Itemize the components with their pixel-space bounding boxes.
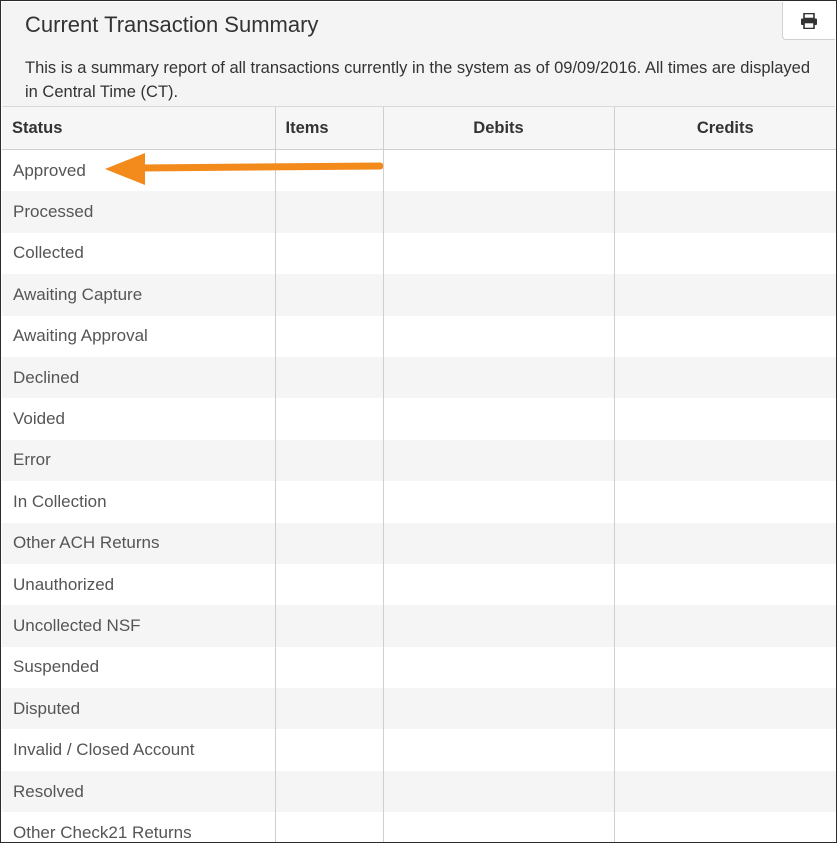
table-row: Other Check21 Returns <box>2 812 836 842</box>
items-cell <box>274 729 383 771</box>
status-cell: Invalid / Closed Account <box>13 740 195 760</box>
items-cell <box>274 522 383 564</box>
items-cell <box>274 563 383 606</box>
items-cell <box>274 439 383 482</box>
credits-cell <box>613 398 836 440</box>
table-row: Declined <box>2 356 836 399</box>
credits-cell <box>613 315 836 357</box>
debits-cell <box>382 563 614 606</box>
items-cell <box>274 274 383 316</box>
table-row: Collected <box>2 232 836 275</box>
items-cell <box>274 232 383 275</box>
table-row: Suspended <box>2 646 836 689</box>
debits-cell <box>382 770 614 813</box>
status-cell: Awaiting Approval <box>13 326 148 346</box>
status-cell: Other Check21 Returns <box>13 822 192 842</box>
column-header-status[interactable]: Status <box>2 107 275 150</box>
status-cell: Declined <box>2 356 275 399</box>
items-cell <box>274 481 383 523</box>
status-cell: Voided <box>13 409 65 429</box>
table-row: Awaiting Capture <box>2 274 836 316</box>
status-cell: Other ACH Returns <box>2 522 275 564</box>
credits-cell <box>613 274 836 316</box>
debits-cell <box>382 729 614 771</box>
status-cell: In Collection <box>13 491 107 511</box>
status-cell: Disputed <box>2 688 275 730</box>
items-cell <box>274 191 383 233</box>
items-cell <box>274 605 383 647</box>
column-header-credits[interactable]: Credits <box>613 107 836 150</box>
table-row: Unauthorized <box>2 563 836 606</box>
debits-cell <box>382 191 614 233</box>
debits-cell <box>382 149 614 192</box>
debits-cell <box>382 398 614 440</box>
credits-cell <box>613 481 836 523</box>
items-cell <box>274 688 383 730</box>
debits-cell <box>382 646 614 689</box>
debits-cell <box>382 812 614 842</box>
table-row: In Collection <box>2 481 836 523</box>
status-cell: Error <box>2 439 275 482</box>
debits-cell <box>382 274 614 316</box>
transaction-summary-panel: Current Transaction Summary This is a su… <box>0 0 837 843</box>
credits-cell <box>613 522 836 564</box>
items-cell <box>274 398 383 440</box>
credits-cell <box>613 729 836 771</box>
status-cell: Resolved <box>2 770 275 813</box>
credits-cell <box>613 356 836 399</box>
status-cell: Collected <box>13 243 84 263</box>
credits-cell <box>613 439 836 482</box>
transaction-summary-table: Status Items Debits Credits Approved Proc… <box>2 107 836 842</box>
status-cell: Suspended <box>13 657 100 677</box>
credits-cell <box>613 605 836 647</box>
credits-cell <box>613 688 836 730</box>
credits-cell <box>613 646 836 689</box>
table-row: Resolved <box>2 770 836 813</box>
table-header-row: Status Items Debits Credits <box>2 107 836 150</box>
table-row: Invalid / Closed Account <box>2 729 836 771</box>
report-description: This is a summary report of all transact… <box>25 59 811 101</box>
items-cell <box>274 770 383 813</box>
items-cell <box>274 812 383 842</box>
debits-cell <box>382 439 614 482</box>
credits-cell <box>613 563 836 606</box>
items-cell <box>274 646 383 689</box>
debits-cell <box>382 605 614 647</box>
items-cell <box>274 356 383 399</box>
left-arrow-annotation <box>105 153 383 185</box>
credits-cell <box>613 770 836 813</box>
status-cell: Awaiting Capture <box>2 274 275 316</box>
debits-cell <box>382 356 614 399</box>
credits-cell <box>613 812 836 842</box>
debits-cell <box>382 688 614 730</box>
printer-icon <box>801 12 817 29</box>
table-row: Other ACH Returns <box>2 522 836 564</box>
page-title: Current Transaction Summary <box>25 12 319 37</box>
table-row: Awaiting Approval <box>2 315 836 357</box>
column-header-debits[interactable]: Debits <box>382 107 614 150</box>
status-cell: Uncollected NSF <box>2 605 275 647</box>
credits-cell <box>613 149 836 192</box>
column-header-items[interactable]: Items <box>274 107 383 150</box>
table-row: Uncollected NSF <box>2 605 836 647</box>
panel-header: Current Transaction Summary This is a su… <box>2 2 835 107</box>
status-cell: Processed <box>2 191 275 233</box>
table-row: Error <box>2 439 836 482</box>
credits-cell <box>613 232 836 275</box>
items-cell <box>274 315 383 357</box>
debits-cell <box>382 522 614 564</box>
debits-cell <box>382 481 614 523</box>
table-row: Processed <box>2 191 836 233</box>
print-button[interactable] <box>782 2 835 40</box>
table-row: Disputed <box>2 688 836 730</box>
credits-cell <box>613 191 836 233</box>
status-cell: Unauthorized <box>13 574 115 594</box>
table-row: Voided <box>2 398 836 440</box>
debits-cell <box>382 232 614 275</box>
debits-cell <box>382 315 614 357</box>
